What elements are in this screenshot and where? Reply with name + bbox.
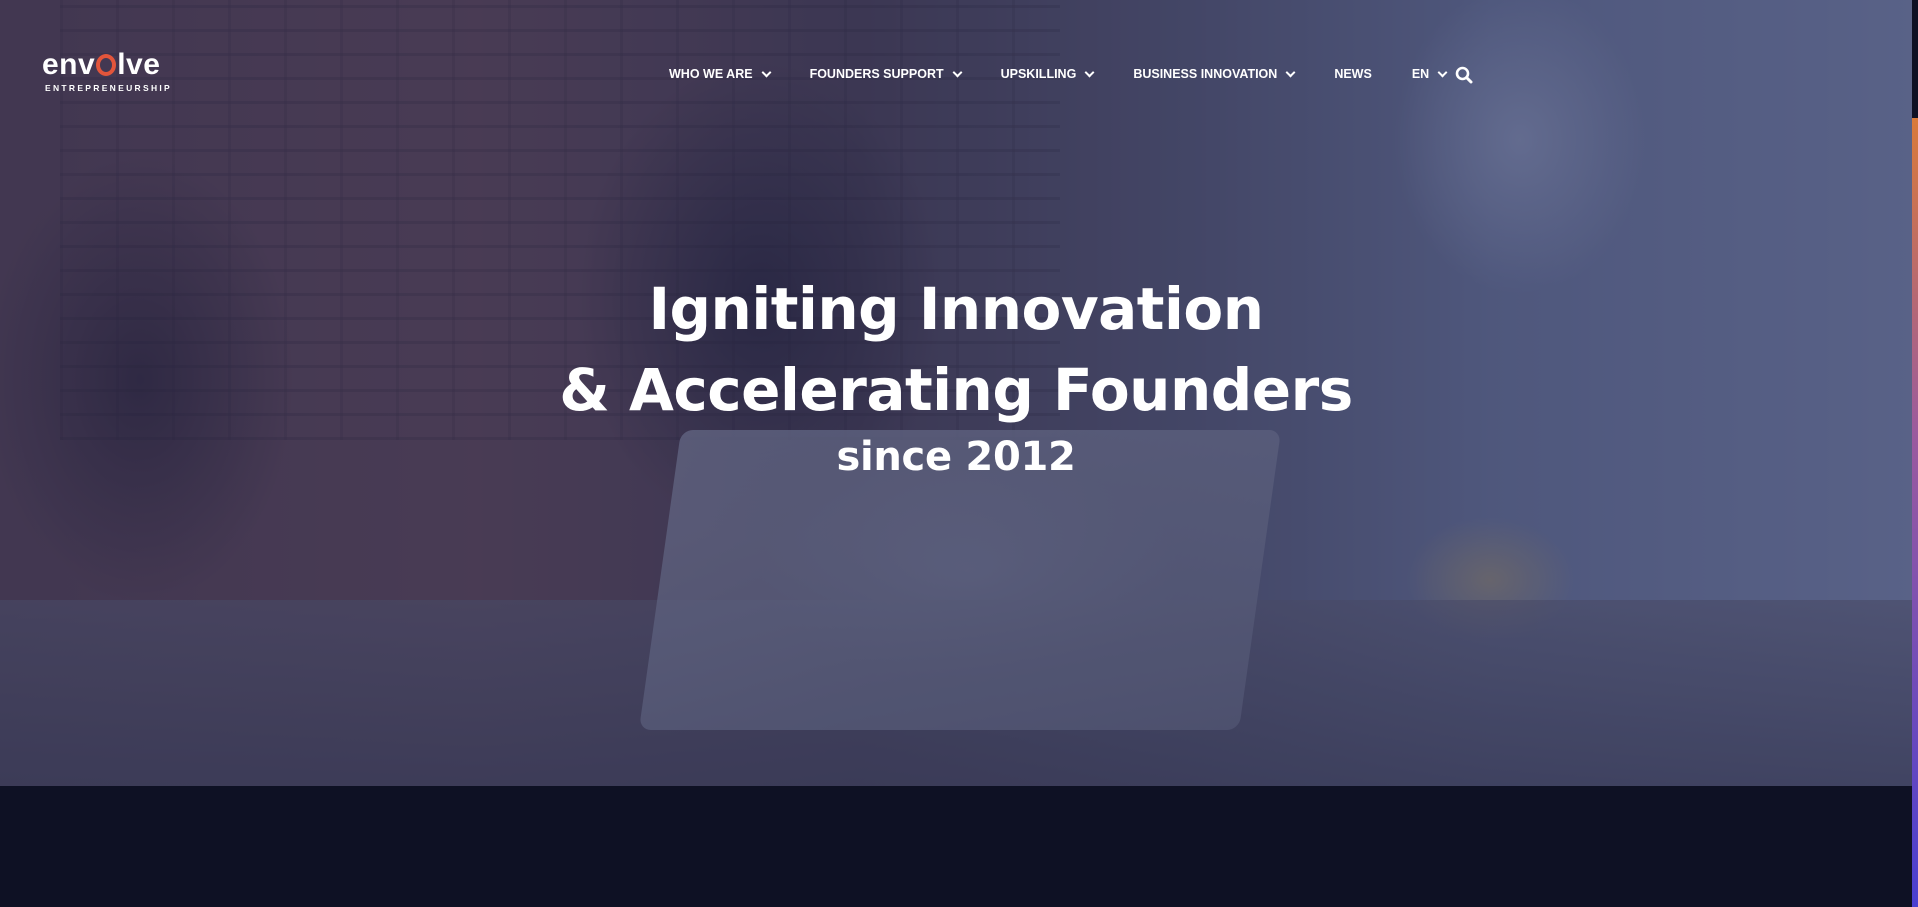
chevron-down-icon	[1285, 67, 1296, 77]
hero-subline: since 2012	[836, 434, 1076, 480]
nav-item-founders-support[interactable]: FOUNDERS SUPPORT	[809, 67, 963, 81]
nav-item-who-we-are[interactable]: WHO WE ARE	[669, 67, 772, 81]
nav-item-news[interactable]: NEWS	[1334, 67, 1372, 81]
dark-content-section	[0, 786, 1912, 907]
nav-item-label: WHO WE ARE	[669, 67, 753, 81]
logo-wordmark: env lve	[42, 50, 172, 80]
chevron-down-icon	[761, 67, 772, 77]
logo-o-ring-icon	[96, 54, 117, 76]
site-logo[interactable]: env lve ENTREPRENEURSHIP	[42, 50, 173, 94]
search-icon	[1455, 66, 1473, 84]
logo-text-end: lve	[117, 48, 161, 81]
nav-item-label: BUSINESS INNOVATION	[1133, 67, 1278, 81]
nav-item-business-innovation[interactable]: BUSINESS INNOVATION	[1133, 67, 1296, 81]
hero-headline-line-2: & Accelerating Founders	[559, 356, 1353, 424]
nav-item-label: UPSKILLING	[1000, 67, 1077, 81]
page: env lve ENTREPRENEURSHIP WHO WE ARE FOUND…	[0, 0, 1918, 907]
main-navigation: WHO WE ARE FOUNDERS SUPPORT UPSKILLING B…	[669, 64, 1448, 84]
search-button[interactable]	[1455, 66, 1473, 84]
nav-item-label: NEWS	[1334, 67, 1372, 81]
logo-text-start: env	[42, 48, 96, 81]
hero-headline-line-1: Igniting Innovation	[648, 275, 1264, 343]
scroll-accent-bar	[1912, 118, 1918, 907]
nav-item-upskilling[interactable]: UPSKILLING	[1000, 67, 1095, 81]
logo-tagline: ENTREPRENEURSHIP	[45, 83, 173, 93]
chevron-down-icon	[1084, 67, 1095, 77]
chevron-down-icon	[952, 67, 963, 77]
chevron-down-icon	[1437, 67, 1448, 77]
nav-item-label: FOUNDERS SUPPORT	[809, 67, 944, 81]
language-selector[interactable]: EN	[1411, 67, 1448, 81]
language-label: EN	[1411, 67, 1430, 81]
